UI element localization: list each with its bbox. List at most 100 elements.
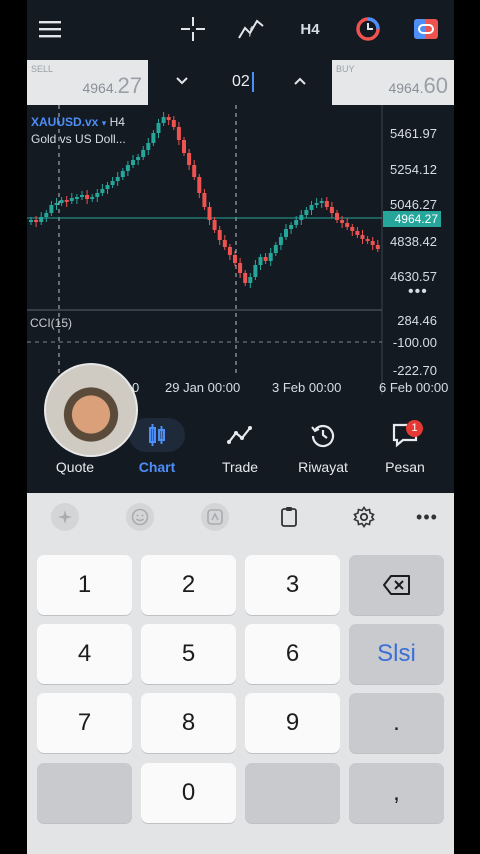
sell-price-big: 27 xyxy=(117,73,142,98)
objects-circle-icon[interactable] xyxy=(352,14,384,44)
message-badge: 1 xyxy=(406,420,423,437)
hamburger-icon[interactable] xyxy=(35,14,65,44)
emoji-icon[interactable] xyxy=(126,503,154,531)
chevron-down-icon[interactable] xyxy=(175,76,189,86)
candle-body xyxy=(39,217,44,222)
more-icon[interactable]: ••• xyxy=(413,503,441,531)
candle-body xyxy=(156,123,161,133)
nav-messages[interactable]: 1 Pesan xyxy=(365,415,445,490)
candle-body xyxy=(187,153,192,165)
candle-body xyxy=(258,257,263,265)
nav-label: Trade xyxy=(221,459,259,475)
candle-body xyxy=(64,200,69,202)
candle-body xyxy=(329,207,334,213)
key-4[interactable]: 4 xyxy=(37,624,132,684)
key-0[interactable]: 0 xyxy=(141,763,236,823)
price-chart[interactable]: XAUUSD.vx ▾ H4 Gold vs US Doll... 5461.9… xyxy=(27,105,454,395)
crosshair-icon[interactable] xyxy=(178,14,208,44)
trade-icon xyxy=(200,420,280,450)
candle-body xyxy=(29,220,33,222)
candle-body xyxy=(227,247,232,255)
buy-price-big: 60 xyxy=(423,73,448,98)
key-comma[interactable]: , xyxy=(349,763,444,823)
key-9[interactable]: 9 xyxy=(245,693,340,753)
numeric-keyboard: ••• 1 2 3 4 5 6 Slsi 7 8 9 . 0 , xyxy=(27,493,454,854)
backspace-icon xyxy=(382,575,410,595)
candle-body xyxy=(360,235,365,239)
done-key[interactable]: Slsi xyxy=(349,624,444,684)
candle-body xyxy=(217,230,222,240)
nav-trade[interactable]: Trade xyxy=(200,415,280,490)
candle-body xyxy=(268,253,273,261)
candle-body xyxy=(136,157,141,160)
cci-indicator-label: CCI(15) xyxy=(30,316,73,330)
symbol-dropdown-icon: ▾ xyxy=(101,118,107,128)
buy-price: 4964.60 xyxy=(388,73,448,99)
candle-body xyxy=(182,140,186,153)
symbol-timeframe: H4 xyxy=(109,115,125,129)
candle-body xyxy=(151,133,156,143)
price-axis-label: 5046.27 xyxy=(390,197,437,212)
candle-body xyxy=(233,255,237,263)
candle-body xyxy=(375,245,380,249)
candle-body xyxy=(294,220,299,225)
one-click-trading-icon[interactable] xyxy=(410,14,442,44)
cci-axis-label: 284.46 xyxy=(397,313,437,328)
sell-price: 4964.27 xyxy=(82,73,142,99)
screen: f H4 SELL 4964.27 02 BUY 4964.60 XAUUSD.… xyxy=(27,0,454,854)
candle-body xyxy=(345,223,350,227)
candle-body xyxy=(370,241,375,245)
key-8[interactable]: 8 xyxy=(141,693,236,753)
key-2[interactable]: 2 xyxy=(141,555,236,615)
key-7[interactable]: 7 xyxy=(37,693,132,753)
cci-axis-label: -222.70 xyxy=(392,363,437,378)
sparkle-icon[interactable] xyxy=(51,503,79,531)
key-1[interactable]: 1 xyxy=(37,555,132,615)
backspace-key[interactable] xyxy=(349,555,444,615)
sell-caption: SELL xyxy=(31,64,54,74)
candle-body xyxy=(222,240,227,247)
buy-button[interactable]: BUY 4964.60 xyxy=(332,60,454,105)
time-axis-label: 3 Feb 00:00 xyxy=(272,380,342,395)
more-dots-icon[interactable]: ••• xyxy=(408,283,428,301)
timeframe-button[interactable]: H4 xyxy=(293,14,327,44)
candle-body xyxy=(278,237,283,245)
candle-body xyxy=(248,277,253,283)
candle-body xyxy=(238,263,243,273)
key-6[interactable]: 6 xyxy=(245,624,340,684)
clipboard-icon[interactable] xyxy=(275,503,303,531)
candle-body xyxy=(80,195,84,197)
volume-input[interactable]: 02 xyxy=(148,60,332,105)
symbol-label[interactable]: XAUUSD.vx ▾ H4 xyxy=(31,115,125,129)
svg-text:f: f xyxy=(249,23,254,37)
candle-body xyxy=(166,117,171,120)
time-axis-label: 29 Jan 00:00 xyxy=(165,380,241,395)
chevron-up-icon[interactable] xyxy=(293,76,307,86)
price-axis-label: 5461.97 xyxy=(390,126,437,141)
key-3[interactable]: 3 xyxy=(245,555,340,615)
candle-body xyxy=(85,195,90,199)
sticker-icon[interactable] xyxy=(201,503,229,531)
nav-history[interactable]: Riwayat xyxy=(283,415,363,490)
timeframe-label: H4 xyxy=(300,20,320,38)
candle-body xyxy=(90,197,95,199)
candle-body xyxy=(54,203,59,205)
price-axis-label: 5254.12 xyxy=(390,162,437,177)
indicator-f-icon[interactable]: f xyxy=(235,14,267,44)
sell-button[interactable]: SELL 4964.27 xyxy=(27,60,148,105)
key-period[interactable]: . xyxy=(349,693,444,753)
candle-body xyxy=(335,213,339,220)
candle-body xyxy=(100,189,105,193)
symbol-name: XAUUSD.vx xyxy=(31,115,99,129)
cci-axis-label: -100.00 xyxy=(392,335,437,350)
candle-body xyxy=(350,227,355,231)
buy-caption: BUY xyxy=(336,64,355,74)
settings-icon[interactable] xyxy=(350,503,378,531)
key-5[interactable]: 5 xyxy=(141,624,236,684)
candle-body xyxy=(314,203,319,205)
candle-body xyxy=(69,198,74,201)
text-caret xyxy=(252,72,254,92)
price-row: SELL 4964.27 02 BUY 4964.60 xyxy=(27,60,454,105)
candle-body xyxy=(273,245,278,253)
current-price-tag: 4964.27 xyxy=(383,211,441,227)
